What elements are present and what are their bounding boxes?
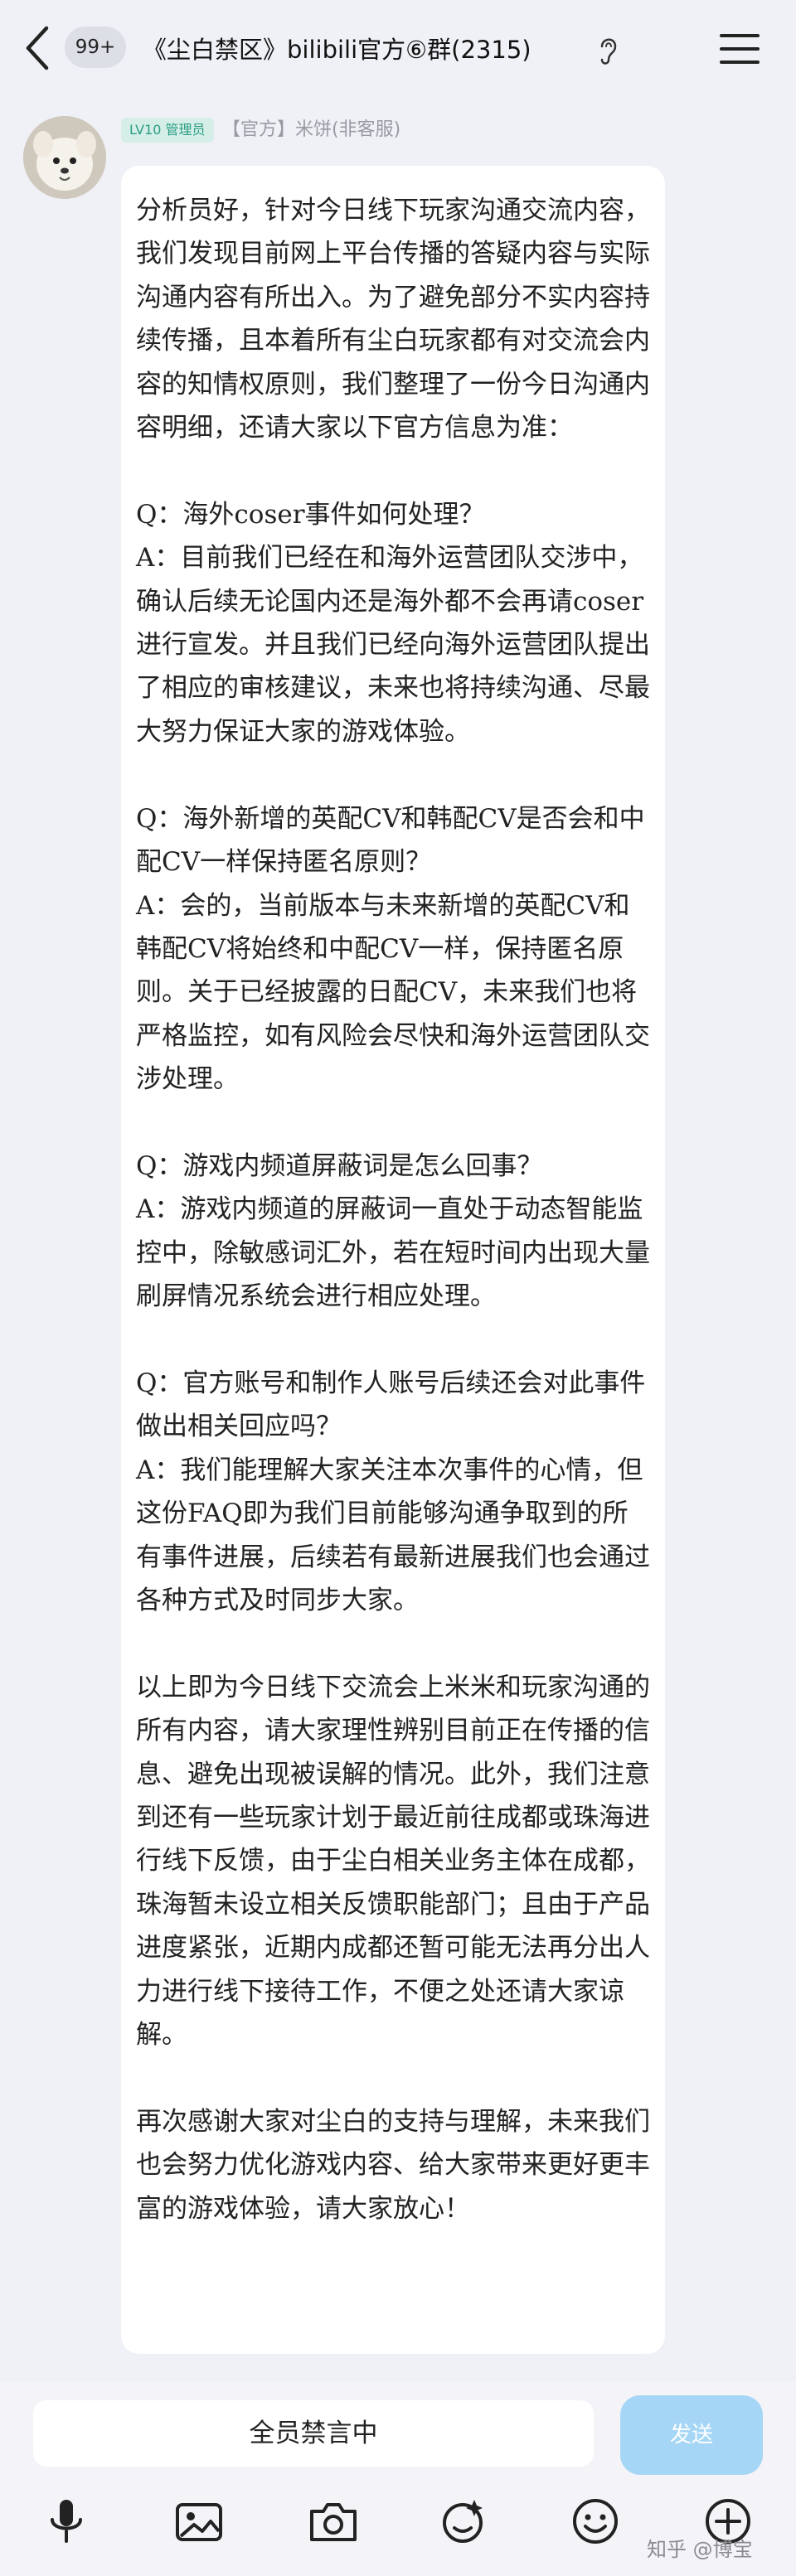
ear-icon [600,38,617,65]
sender-avatar[interactable] [23,116,106,199]
level-badge: LV10 管理员 [121,118,214,143]
image-icon[interactable] [172,2495,226,2548]
chat-header: 99+ 《尘白禁区》bilibili官方⑥群(2315) [0,0,796,98]
watermark: 知乎 @博宝 [647,2538,753,2561]
send-button[interactable]: 发送 [620,2395,763,2475]
message-bubble[interactable]: 分析员好，针对今日线下玩家沟通交流内容，我们发现目前网上平台传播的答疑内容与实际… [121,166,665,2354]
sender-name[interactable]: 【官方】米饼(非客服) [222,116,400,144]
microphone-icon[interactable] [40,2495,93,2548]
chevron-left-icon[interactable] [18,23,58,73]
sticker-icon[interactable] [438,2495,491,2548]
hamburger-menu-icon[interactable] [718,31,761,66]
muted-input-field: 全员禁言中 [33,2400,594,2467]
unread-count-badge[interactable]: 99+ [65,27,126,68]
emoji-icon[interactable] [569,2495,622,2548]
message-text: 分析员好，针对今日线下玩家沟通交流内容，我们发现目前网上平台传播的答疑内容与实际… [136,196,650,2224]
camera-icon[interactable] [307,2495,360,2548]
group-title[interactable]: 《尘白禁区》bilibili官方⑥群(2315) [143,28,607,71]
